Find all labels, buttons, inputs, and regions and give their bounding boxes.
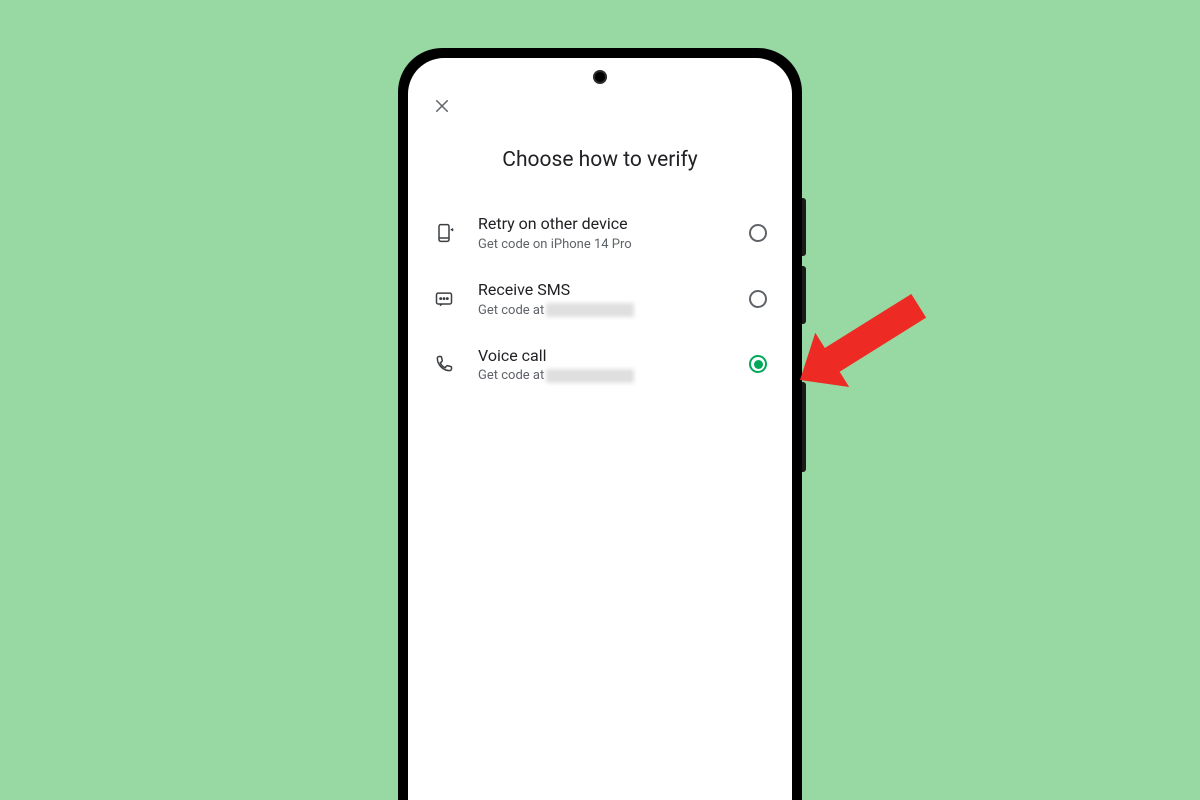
screenshot-background: Choose how to verify Retry on other devi… <box>0 0 1200 800</box>
option-title: Receive SMS <box>478 280 738 301</box>
redacted-phone-number <box>546 369 634 383</box>
app-content: Choose how to verify Retry on other devi… <box>408 58 792 397</box>
radio-checked-icon <box>749 355 767 373</box>
phone-volume-up-button <box>802 198 806 256</box>
option-title: Voice call <box>478 346 738 367</box>
camera-hole <box>593 70 607 84</box>
option-subtitle: Get code on iPhone 14 Pro <box>478 237 738 252</box>
option-text: Receive SMS Get code at <box>478 280 738 318</box>
option-text: Voice call Get code at <box>478 346 738 384</box>
device-icon <box>432 221 456 245</box>
phone-icon <box>432 352 456 376</box>
option-subtitle: Get code at <box>478 303 738 318</box>
option-subtitle: Get code at <box>478 368 738 383</box>
phone-volume-down-button <box>802 266 806 324</box>
annotation-arrow <box>790 260 990 434</box>
radio-button[interactable] <box>748 289 768 309</box>
close-button[interactable] <box>430 96 454 120</box>
option-voice-call[interactable]: Voice call Get code at <box>428 332 772 398</box>
phone-screen: Choose how to verify Retry on other devi… <box>408 58 792 800</box>
radio-unchecked-icon <box>749 224 767 242</box>
radio-button[interactable] <box>748 223 768 243</box>
redacted-phone-number <box>546 303 634 317</box>
phone-power-button <box>802 382 806 472</box>
option-text: Retry on other device Get code on iPhone… <box>478 214 738 252</box>
radio-button[interactable] <box>748 354 768 374</box>
option-receive-sms[interactable]: Receive SMS Get code at <box>428 266 772 332</box>
close-icon <box>433 97 451 119</box>
sms-icon <box>432 287 456 311</box>
option-subtitle-text: Get code at <box>478 303 544 318</box>
radio-unchecked-icon <box>749 290 767 308</box>
option-subtitle-text: Get code on iPhone 14 Pro <box>478 237 632 252</box>
option-subtitle-text: Get code at <box>478 368 544 383</box>
radio-dot <box>754 360 763 369</box>
page-title: Choose how to verify <box>428 148 772 172</box>
option-retry-other-device[interactable]: Retry on other device Get code on iPhone… <box>428 200 772 266</box>
option-title: Retry on other device <box>478 214 738 235</box>
phone-frame: Choose how to verify Retry on other devi… <box>398 48 802 800</box>
